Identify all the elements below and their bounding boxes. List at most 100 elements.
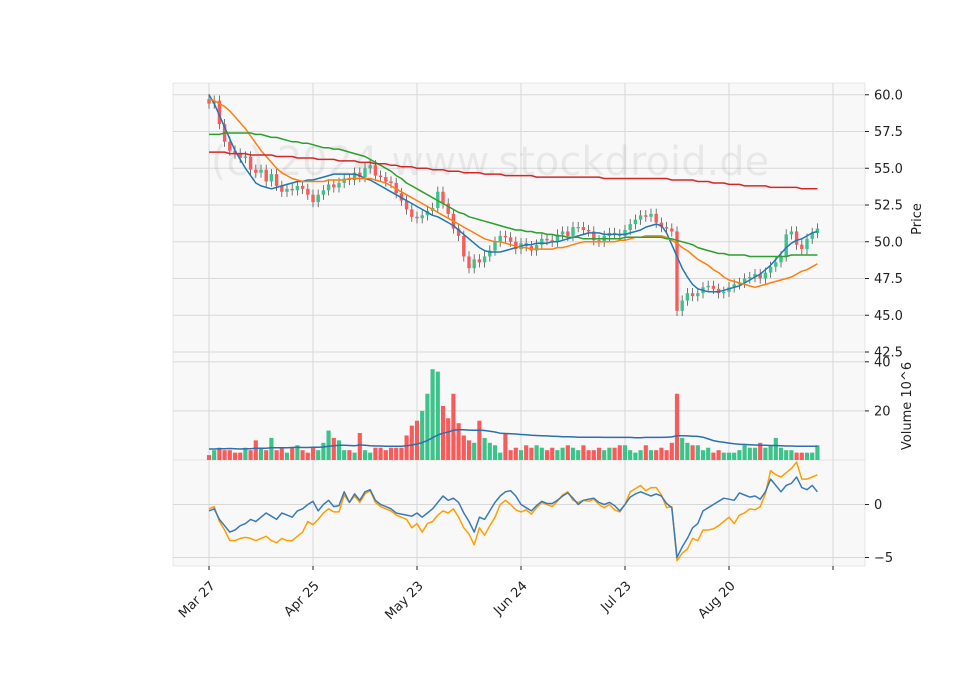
volume-bar [378,447,383,460]
volume-bar [362,450,368,460]
candle-body [638,215,643,220]
volume-bar [633,452,638,460]
volume-bar [420,410,425,460]
candle-body [794,231,799,245]
candle-body [711,285,716,289]
volume-bar [466,440,472,460]
candle-body [664,227,669,229]
volume-bar [695,445,700,460]
volume-bar [539,447,544,460]
volume-bar [815,445,820,460]
volume-bar [269,437,274,460]
volume-bar [763,447,768,460]
volume-bar [238,452,243,460]
volume-bar [409,425,414,460]
candle-body [462,235,466,257]
volume-bar [773,437,778,460]
volume-bar [648,450,654,460]
volume-bar [232,452,238,460]
volume-bar [674,393,680,460]
volume-bar [659,447,664,460]
volume-bar [492,445,498,460]
candle-body [649,213,653,217]
volume-bar [243,447,248,460]
candle-body [269,174,274,182]
volume-bar [394,447,399,460]
volume-bar [716,450,721,460]
volume-bar [383,450,388,460]
volume-bar [555,450,560,460]
volume-bar [336,440,342,460]
volume-bar [732,452,737,460]
volume-bar [508,450,513,460]
volume-bar [477,420,482,460]
candle-body [768,266,773,273]
volume-bar [737,450,742,460]
volume-bar [570,447,576,460]
volume-bar [284,452,290,460]
candle-body [493,241,497,251]
volume-bar [472,442,477,460]
candle-body [373,165,378,176]
candle-body [389,181,393,183]
volume-bar [680,437,685,460]
price-tick-label: 57.5 [874,125,903,140]
candle-body [576,227,580,229]
volume-bar [643,445,648,460]
volume-bar [310,447,316,460]
price-tick-label: 50.0 [874,235,903,250]
candle-body [321,190,326,195]
panel-2 [172,459,866,567]
candle-body [685,293,690,301]
price-tick-label: 47.5 [874,272,903,287]
candle-body [248,156,253,170]
volume-bar [404,435,409,460]
candle-body [332,184,336,188]
candle-body [545,238,549,241]
volume-bar [206,455,212,460]
volume-bar [804,452,810,460]
candle-body [467,256,471,269]
volume-bar [399,447,404,460]
volume-bar [264,450,269,460]
volume-bar [300,450,305,460]
volume-bar [487,442,492,460]
volume-bar [602,450,607,460]
volume-bar [560,447,565,460]
volume-bar [544,450,550,460]
candle-body [748,277,752,279]
watermark-text: (c) 2024 www.stockdroid.de [211,139,769,185]
candle-body [566,231,570,236]
candle-body [560,231,565,235]
candle-body [295,185,300,191]
volume-bar [742,445,747,460]
volume-bar [789,450,794,460]
price-tick-label: 55.0 [874,162,903,177]
candle-body [259,169,263,173]
volume-bar [461,435,466,460]
x-tick-label: Mar 27 [176,579,219,622]
candle-body [670,228,674,232]
candle-body [363,168,367,178]
stock-chart: (c) 2024 www.stockdroid.de 42.545.047.55… [172,82,925,623]
candle-body [316,194,320,203]
candle-body [774,262,778,267]
volume-bar [628,450,633,460]
volume-bar [305,452,310,460]
volume-bar [248,450,253,460]
volume-bar [316,450,321,460]
volume-bar [706,447,711,460]
candle-body [306,188,310,195]
candle-body [264,169,268,182]
volume-bar [565,445,570,460]
volume-bar [654,450,659,460]
candle-body [477,259,482,263]
volume-bar [253,440,258,460]
volume-bar [596,447,602,460]
volume-bar [222,450,227,460]
volume-bar [794,452,799,460]
candle-body [482,256,487,263]
candle-body [644,215,648,217]
volume-bar [357,433,362,460]
volume-bar [529,447,534,460]
